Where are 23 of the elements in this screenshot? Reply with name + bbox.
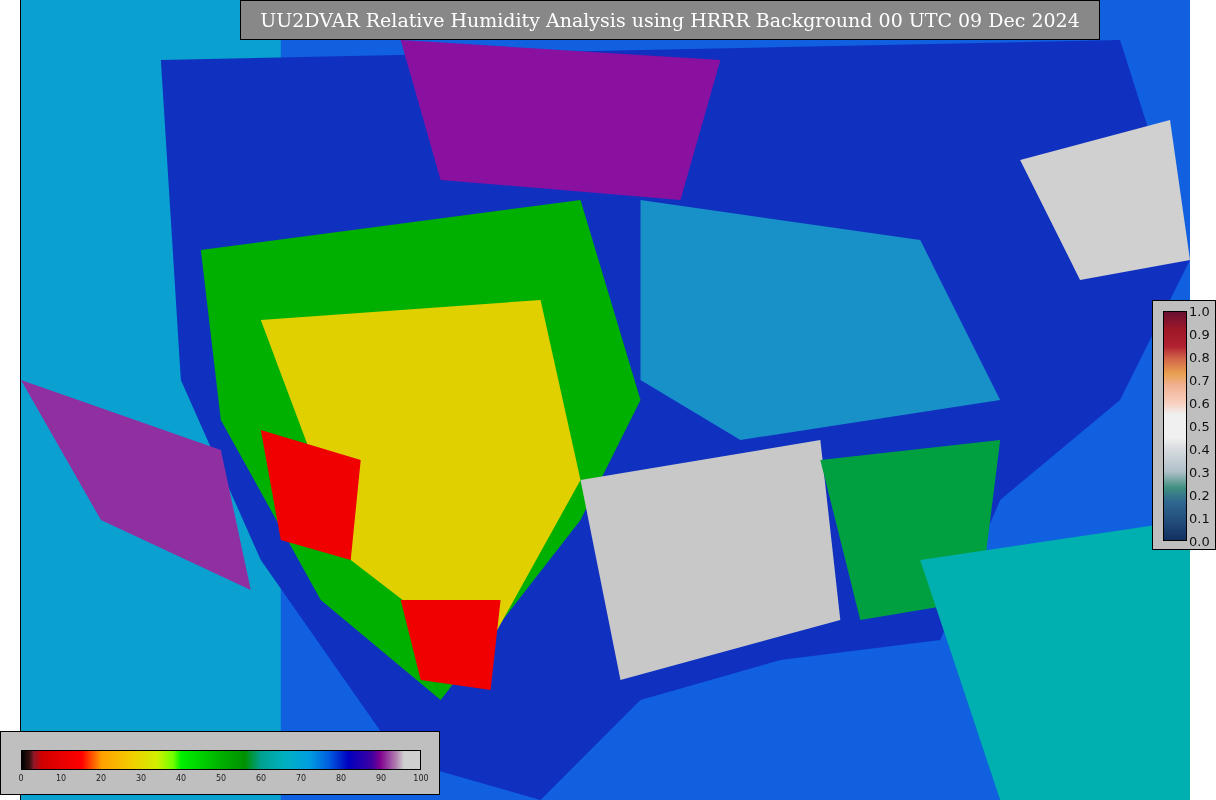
tick-label: 20 — [95, 773, 107, 785]
tick-label: 0.5 — [1189, 419, 1210, 433]
tick-label: 0.1 — [1189, 511, 1210, 525]
tick-label: 0.4 — [1189, 442, 1210, 456]
tick-label: 0.8 — [1189, 350, 1210, 364]
tick-label: 0 — [18, 773, 24, 785]
tick-label: 0.9 — [1189, 327, 1210, 341]
tick-label: 70 — [295, 773, 307, 785]
tick-label: 0.3 — [1189, 465, 1210, 479]
tick-label: 0.0 — [1189, 534, 1210, 548]
tick-label: 40 — [175, 773, 187, 785]
tick-label: 10 — [55, 773, 67, 785]
tick-label: 60 — [255, 773, 267, 785]
tick-label: 0.7 — [1189, 373, 1210, 387]
tick-label: 30 — [135, 773, 147, 785]
map-title: UU2DVAR Relative Humidity Analysis using HRRR Background 00 UTC 09 Dec 2024 — [260, 7, 1080, 33]
tick-label: 90 — [375, 773, 387, 785]
tick-label: 100 — [413, 773, 429, 785]
tick-label: 50 — [215, 773, 227, 785]
tick-label: 0.2 — [1189, 488, 1210, 502]
tick-label: 0.6 — [1189, 396, 1210, 410]
tick-label: 80 — [335, 773, 347, 785]
tick-label: 1.0 — [1189, 304, 1210, 318]
